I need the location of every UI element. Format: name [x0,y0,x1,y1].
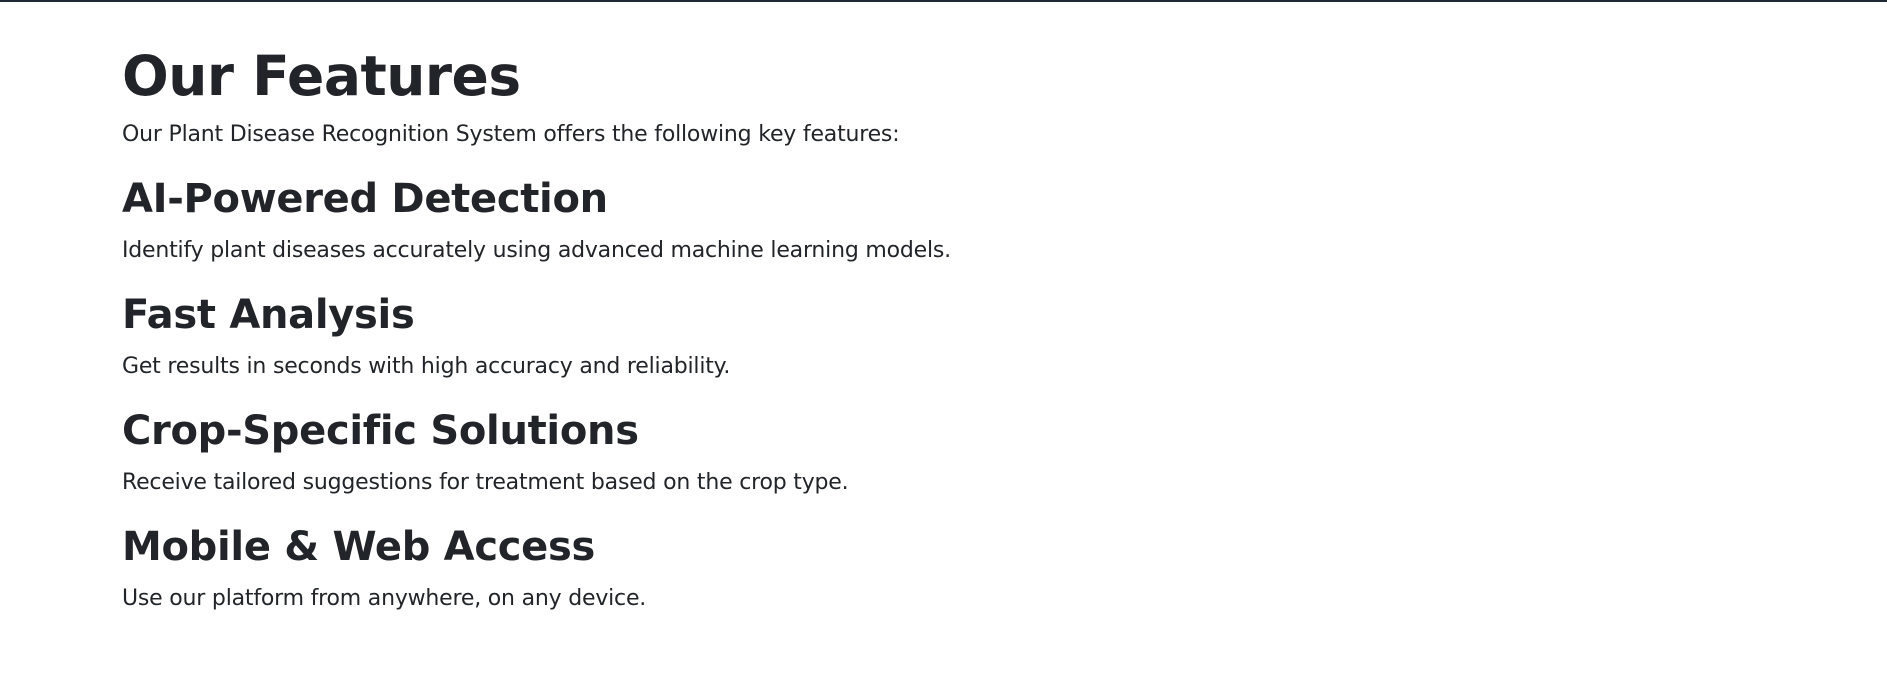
page-title: Our Features [122,44,521,108]
feature-description: Receive tailored suggestions for treatme… [122,470,849,495]
feature-description: Use our platform from anywhere, on any d… [122,586,647,611]
feature-title: Crop-Specific Solutions [122,408,639,454]
feature-ai-powered-detection: AI-Powered Detection Identify plant dise… [122,174,1322,266]
feature-mobile-web-access: Mobile & Web Access Use our platform fro… [122,522,1322,614]
section-intro: Our Plant Disease Recognition System off… [122,122,900,147]
feature-description: Get results in seconds with high accurac… [122,354,731,379]
features-section: Our Features Our Plant Disease Recogniti… [122,40,1322,614]
feature-title: Fast Analysis [122,292,415,338]
feature-description: Identify plant diseases accurately using… [122,238,951,263]
feature-title: AI-Powered Detection [122,176,608,222]
feature-title: Mobile & Web Access [122,524,596,570]
top-border [0,0,1887,2]
feature-fast-analysis: Fast Analysis Get results in seconds wit… [122,290,1322,382]
feature-crop-specific-solutions: Crop-Specific Solutions Receive tailored… [122,406,1322,498]
